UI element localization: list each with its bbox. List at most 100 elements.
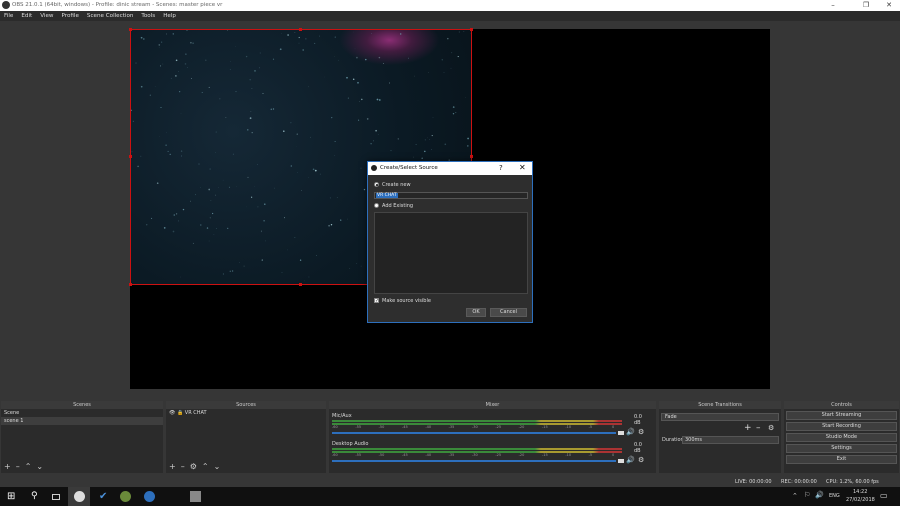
- move-up-icon[interactable]: ⌃: [202, 462, 209, 471]
- db-tick: -60: [332, 425, 338, 429]
- star: [378, 99, 381, 101]
- scene-item[interactable]: scene 1: [1, 417, 163, 425]
- menu-edit[interactable]: Edit: [17, 11, 36, 21]
- star: [421, 157, 423, 160]
- ok-button[interactable]: OK: [466, 308, 486, 317]
- add-scene-icon[interactable]: +: [4, 462, 11, 471]
- language-indicator[interactable]: ENG: [829, 493, 840, 499]
- star: [360, 265, 362, 267]
- speaker-icon[interactable]: 🔊: [626, 428, 635, 436]
- star: [390, 150, 392, 152]
- studio-mode-button[interactable]: Studio Mode: [786, 433, 897, 442]
- help-button[interactable]: ?: [499, 164, 503, 172]
- remove-source-icon[interactable]: –: [181, 462, 185, 471]
- menu-profile[interactable]: Profile: [58, 11, 83, 21]
- network-icon[interactable]: ⚐: [804, 491, 810, 499]
- add-transition-icon[interactable]: +: [744, 423, 752, 433]
- source-properties-icon[interactable]: ⚙: [190, 462, 197, 471]
- start-recording-button[interactable]: Start Recording: [786, 422, 897, 431]
- volume-slider-knob[interactable]: [618, 459, 624, 463]
- move-up-icon[interactable]: ⌃: [25, 462, 32, 471]
- obs-taskbar-icon[interactable]: [74, 491, 85, 502]
- tray-chevron-icon[interactable]: ⌃: [792, 492, 798, 500]
- resize-handle[interactable]: [299, 28, 302, 31]
- resize-handle[interactable]: [470, 155, 473, 158]
- volume-icon[interactable]: 🔊: [815, 491, 824, 499]
- clock-time[interactable]: 14:22: [853, 489, 867, 495]
- resize-handle[interactable]: [470, 28, 473, 31]
- star: [247, 129, 249, 131]
- speaker-icon[interactable]: 🔊: [626, 456, 635, 464]
- app-taskbar-icon[interactable]: ✔: [99, 491, 110, 502]
- star: [431, 135, 433, 137]
- transition-properties-icon[interactable]: ⚙: [768, 424, 774, 432]
- menu-view[interactable]: View: [36, 11, 57, 21]
- star: [375, 129, 377, 132]
- source-name-input[interactable]: VR CHAT: [374, 192, 528, 199]
- resize-handle[interactable]: [129, 28, 132, 31]
- remove-transition-icon[interactable]: –: [756, 423, 761, 433]
- menu-tools[interactable]: Tools: [137, 11, 159, 21]
- gear-icon[interactable]: ⚙: [638, 456, 644, 464]
- exit-button[interactable]: Exit: [786, 455, 897, 464]
- lock-icon[interactable]: 🔒: [177, 410, 183, 416]
- minimize-button[interactable]: –: [822, 0, 844, 11]
- app-taskbar-icon[interactable]: [120, 491, 131, 502]
- notifications-icon[interactable]: ▭: [880, 491, 888, 500]
- menu-help[interactable]: Help: [159, 11, 180, 21]
- db-tick: -45: [402, 425, 408, 429]
- menu-file[interactable]: File: [0, 11, 17, 21]
- star: [167, 150, 169, 152]
- create-new-radio[interactable]: [374, 182, 379, 187]
- resize-handle[interactable]: [299, 283, 302, 286]
- star: [264, 203, 266, 205]
- cancel-button[interactable]: Cancel: [490, 308, 527, 317]
- gear-icon[interactable]: ⚙: [638, 428, 644, 436]
- windows-start-icon[interactable]: ⊞: [7, 491, 18, 502]
- star: [175, 213, 178, 215]
- menu-scene-collection[interactable]: Scene Collection: [83, 11, 138, 21]
- star: [328, 224, 330, 227]
- db-tick: -15: [542, 425, 548, 429]
- remove-scene-icon[interactable]: –: [16, 462, 20, 471]
- star: [190, 200, 192, 202]
- star: [251, 131, 253, 134]
- star: [146, 224, 148, 226]
- move-down-icon[interactable]: ⌄: [36, 462, 43, 471]
- start-streaming-button[interactable]: Start Streaming: [786, 411, 897, 420]
- transition-select[interactable]: Fade: [661, 413, 779, 421]
- volume-slider-knob[interactable]: [618, 431, 624, 435]
- settings-button[interactable]: Settings: [786, 444, 897, 453]
- volume-slider[interactable]: [332, 460, 616, 462]
- add-existing-radio[interactable]: [374, 203, 379, 208]
- make-visible-checkbox[interactable]: ✓: [374, 298, 379, 304]
- app-taskbar-icon[interactable]: [190, 491, 201, 502]
- star: [163, 227, 166, 229]
- maximize-button[interactable]: ❐: [855, 0, 877, 11]
- star: [235, 91, 237, 93]
- star: [284, 217, 285, 219]
- app-taskbar-icon[interactable]: [144, 491, 155, 502]
- clock-date[interactable]: 27/02/2018: [846, 497, 875, 503]
- scene-item[interactable]: Scene: [1, 409, 163, 417]
- star: [187, 67, 188, 69]
- resize-handle[interactable]: [129, 283, 132, 286]
- close-window-button[interactable]: ✕: [878, 0, 900, 11]
- move-down-icon[interactable]: ⌄: [214, 462, 221, 471]
- star: [283, 130, 285, 132]
- task-view-icon[interactable]: [52, 494, 60, 500]
- existing-sources-list[interactable]: [374, 212, 528, 294]
- search-icon[interactable]: ⚲: [31, 491, 42, 502]
- star: [415, 143, 417, 146]
- close-dialog-button[interactable]: ✕: [519, 163, 526, 172]
- resize-handle[interactable]: [129, 155, 132, 158]
- visibility-eye-icon[interactable]: 👁: [169, 410, 175, 416]
- rec-time: REC: 00:00:00: [781, 479, 817, 485]
- add-source-icon[interactable]: +: [169, 462, 176, 471]
- volume-slider[interactable]: [332, 432, 616, 434]
- duration-input[interactable]: 300ms: [682, 436, 779, 444]
- star: [463, 31, 465, 32]
- star: [347, 218, 348, 220]
- star: [259, 52, 261, 54]
- source-item[interactable]: 👁 🔒 VR CHAT: [166, 409, 326, 417]
